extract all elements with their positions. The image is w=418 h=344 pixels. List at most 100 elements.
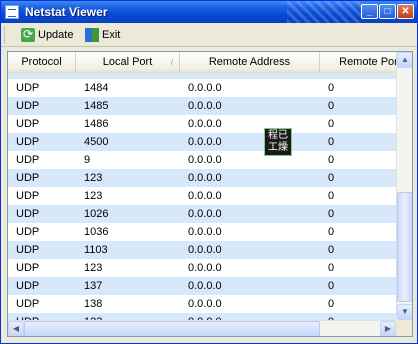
remote-port-cell: 0 [328,208,335,220]
scroll-up-arrow-icon[interactable]: ▲ [397,52,412,68]
list-rows-content: UDP14830.0.0.00UDP14840.0.0.00UDP14850.0… [8,73,396,321]
overlay-badge-line2: 工燥 [268,142,288,153]
table-row[interactable]: UDP 123 0.0.0.0 0 [8,187,396,205]
remote-port-cell: 0 [328,118,335,130]
protocol-cell: UDP [16,118,40,130]
maximize-button[interactable]: □ [379,4,396,19]
horizontal-scrollbar[interactable]: ◀ ▶ [8,320,396,336]
remote-address-cell: 0.0.0.0 [188,298,222,310]
table-row[interactable]: UDP 9 0.0.0.0 0 [8,151,396,169]
local-port-cell: 1484 [84,82,109,94]
table-row[interactable]: UDP 123 0.0.0.0 0 [8,259,396,277]
minimize-button[interactable]: _ [361,4,378,19]
table-row[interactable]: UDP 1486 0.0.0.0 0 [8,115,396,133]
table-row[interactable]: UDP 1103 0.0.0.0 0 [8,241,396,259]
protocol-cell: UDP [16,226,40,238]
titlebar-decoration [287,1,361,23]
remote-port-cell: 0 [328,136,335,148]
column-header-protocol[interactable]: Protocol [8,52,76,73]
overlay-badge-line1: 程已 [268,130,288,141]
window-title: Netstat Viewer [25,5,108,19]
local-port-cell: 137 [84,280,103,292]
protocol-cell: UDP [16,100,40,112]
local-port-cell: 123 [84,262,103,274]
toolbar-grip-icon[interactable] [4,27,8,43]
list-rows: UDP14830.0.0.00UDP14840.0.0.00UDP14850.0… [8,73,396,321]
toolbar: Update Exit [1,24,417,47]
remote-port-cell: 0 [328,172,335,184]
table-row[interactable]: UDP 1484 0.0.0.0 0 [8,79,396,97]
exit-label: Exit [102,29,121,41]
local-port-cell: 1486 [84,118,109,130]
scrollbar-corner [396,320,412,336]
scroll-down-arrow-icon[interactable]: ▼ [397,304,412,320]
remote-address-cell: 0.0.0.0 [188,244,222,256]
local-port-cell: 9 [84,154,91,166]
sort-arrow-icon: / [170,58,173,67]
remote-port-cell: 0 [328,280,335,292]
remote-address-cell: 0.0.0.0 [188,226,222,238]
remote-port-cell: 0 [328,100,335,112]
local-port-cell: 1103 [84,244,108,256]
protocol-cell: UDP [16,154,40,166]
exit-button[interactable]: Exit [85,26,120,44]
remote-address-cell: 0.0.0.0 [188,154,222,166]
overlay-badge-icon[interactable]: 程已 工燥 [264,128,292,156]
list-header: Protocol Local Port / Remote Address Rem… [8,52,401,74]
table-row[interactable]: UDP 4500 0.0.0.0 0 [8,133,396,151]
remote-port-cell: 0 [328,82,335,94]
remote-address-cell: 0.0.0.0 [188,262,222,274]
column-header-label: Local Port [102,56,153,68]
vertical-scroll-thumb[interactable] [397,192,412,302]
remote-address-cell: 0.0.0.0 [188,100,222,112]
column-header-local-port[interactable]: Local Port / [76,52,180,73]
protocol-cell: UDP [16,280,40,292]
remote-port-cell: 0 [328,298,335,310]
remote-address-cell: 0.0.0.0 [188,118,222,130]
refresh-icon [21,27,35,42]
remote-address-cell: 0.0.0.0 [188,82,222,94]
protocol-cell: UDP [16,244,40,256]
column-header-remote-address[interactable]: Remote Address [180,52,320,73]
local-port-cell: 123 [84,190,103,202]
local-port-cell: 1026 [84,208,109,220]
scroll-right-arrow-icon[interactable]: ▶ [380,321,396,336]
table-row[interactable]: UDP 1485 0.0.0.0 0 [8,97,396,115]
remote-address-cell: 0.0.0.0 [188,190,222,202]
remote-port-cell: 0 [328,190,335,202]
table-row[interactable]: UDP 138 0.0.0.0 0 [8,295,396,313]
protocol-cell: UDP [16,208,40,220]
exit-door-icon [85,28,99,42]
protocol-cell: UDP [16,172,40,184]
update-button[interactable]: Update [21,26,73,44]
local-port-cell: 4500 [84,136,109,148]
close-button[interactable]: ✕ [397,4,414,19]
connections-list[interactable]: Protocol Local Port / Remote Address Rem… [7,51,413,337]
remote-address-cell: 0.0.0.0 [188,136,222,148]
local-port-cell: 123 [84,172,103,184]
protocol-cell: UDP [16,82,40,94]
table-row[interactable]: UDP 1036 0.0.0.0 0 [8,223,396,241]
remote-address-cell: 0.0.0.0 [188,280,222,292]
update-label: Update [38,29,74,41]
protocol-cell: UDP [16,262,40,274]
remote-address-cell: 0.0.0.0 [188,172,222,184]
table-row[interactable]: UDP 137 0.0.0.0 0 [8,277,396,295]
scroll-left-arrow-icon[interactable]: ◀ [8,321,24,336]
remote-port-cell: 0 [328,226,335,238]
remote-port-cell: 0 [328,154,335,166]
local-port-cell: 138 [84,298,103,310]
vertical-scrollbar[interactable]: ▲ ▼ [396,52,412,320]
protocol-cell: UDP [16,298,40,310]
remote-port-cell: 0 [328,244,335,256]
table-row[interactable]: UDP 123 0.0.0.0 0 [8,169,396,187]
local-port-cell: 1036 [84,226,109,238]
table-row[interactable]: UDP 1026 0.0.0.0 0 [8,205,396,223]
app-icon [5,5,19,19]
horizontal-scroll-thumb[interactable] [24,321,320,336]
protocol-cell: UDP [16,190,40,202]
local-port-cell: 1485 [84,100,109,112]
protocol-cell: UDP [16,136,40,148]
title-bar[interactable]: Netstat Viewer _ □ ✕ [1,1,417,23]
remote-port-cell: 0 [328,262,335,274]
